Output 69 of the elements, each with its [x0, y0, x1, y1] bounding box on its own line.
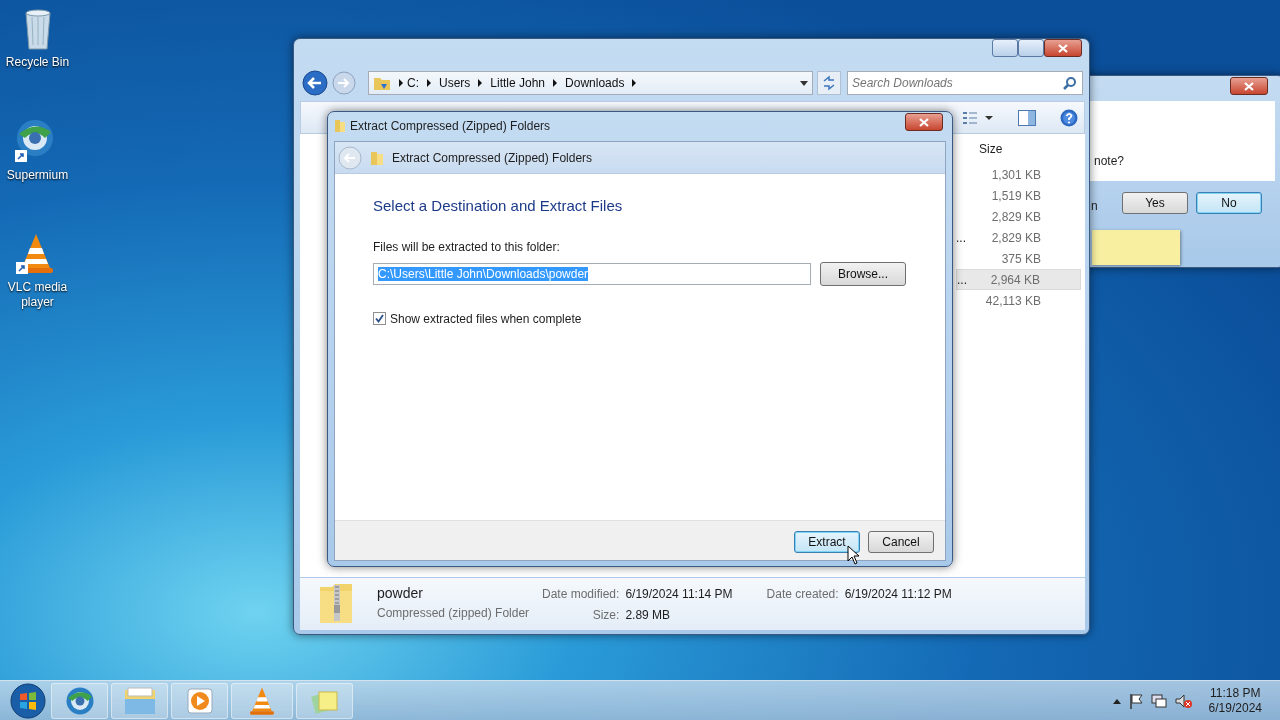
browse-button[interactable]: Browse...	[820, 261, 906, 286]
file-type: Compressed (zipped) Folder	[377, 605, 531, 622]
dialog-button[interactable]: No	[1196, 192, 1262, 214]
file-row[interactable]: 1,519 KB	[956, 185, 1081, 206]
clock-date[interactable]: 6/19/2024	[1208, 700, 1262, 716]
network-icon[interactable]	[1150, 692, 1167, 709]
file-row[interactable]: 375 KB	[956, 248, 1081, 269]
field-label: Date created:	[766, 586, 839, 603]
taskbar-button[interactable]	[231, 682, 293, 719]
file-name: powder	[377, 584, 424, 603]
muted-speaker-icon[interactable]	[1174, 692, 1193, 709]
minimize-button[interactable]	[992, 39, 1018, 57]
close-icon[interactable]	[1058, 44, 1068, 54]
question-text: note?	[1094, 153, 1125, 170]
file-row[interactable]: ... 2,829 KB	[956, 227, 1081, 248]
maximize-button[interactable]	[1018, 39, 1044, 57]
close-button[interactable]	[1230, 77, 1268, 95]
start-button[interactable]	[8, 681, 48, 720]
file-row[interactable]: 2,829 KB	[956, 206, 1081, 227]
flag-icon[interactable]	[1128, 692, 1143, 709]
folder-icon	[334, 119, 346, 133]
folder-icon	[370, 149, 384, 166]
dropdown-icon[interactable]	[800, 80, 808, 86]
window-title: Extract Compressed (Zipped) Folders	[350, 118, 551, 135]
globe-icon	[64, 685, 95, 716]
breadcrumb-item[interactable]: Users	[435, 75, 475, 91]
file-row[interactable]: ... 2,964 KB	[956, 269, 1081, 290]
close-icon[interactable]	[1244, 82, 1254, 92]
search-field[interactable]: Search Downloads	[847, 71, 1083, 95]
file-row[interactable]: 1,301 KB	[956, 164, 1081, 185]
back-button[interactable]	[302, 70, 328, 96]
icon-label[interactable]: Recycle Bin	[2, 55, 73, 70]
clock-time[interactable]: 11:18 PM	[1210, 685, 1261, 701]
dialog-button[interactable]: Yes	[1122, 192, 1188, 214]
field-value: 2.89 MB	[625, 607, 672, 624]
taskbar-button[interactable]	[51, 682, 108, 719]
folder-icon	[373, 75, 391, 91]
header-title: Extract Compressed (Zipped) Folders	[392, 149, 593, 167]
breadcrumb-item[interactable]: Downloads	[561, 75, 629, 91]
address-bar[interactable]: C: Users Little John Downloads	[368, 71, 813, 95]
field-value: 6/19/2024 11:12 PM	[844, 586, 952, 603]
field-label: Date modified:	[542, 586, 620, 603]
column-header[interactable]: Size	[979, 140, 1003, 158]
breadcrumb-item[interactable]: Little John	[486, 75, 550, 91]
field-value: 6/19/2024 11:14 PM	[625, 586, 733, 603]
media-player-icon	[186, 687, 213, 714]
dialog-button[interactable]: Extract	[794, 531, 860, 553]
close-icon[interactable]	[919, 118, 929, 128]
taskbar-button[interactable]	[171, 682, 228, 719]
field-label: Files will be extracted to this folder:	[373, 238, 561, 256]
show-hidden-icons-icon[interactable]	[1112, 697, 1121, 704]
close-button[interactable]	[1044, 39, 1082, 57]
checkbox[interactable]	[373, 312, 386, 325]
help-icon[interactable]	[1060, 109, 1078, 127]
breadcrumb-item[interactable]: C:	[403, 75, 423, 91]
dialog-button[interactable]: Cancel	[868, 531, 934, 553]
dialog-text: n	[1091, 198, 1098, 215]
view-options-icon[interactable]	[962, 110, 994, 126]
search-icon	[1063, 76, 1077, 90]
folder-icon	[123, 686, 156, 715]
close-button[interactable]	[905, 113, 943, 131]
icon-label[interactable]: Supermium	[2, 168, 73, 183]
icon-label[interactable]: VLC media player	[2, 280, 73, 310]
file-row[interactable]: 42,113 KB	[956, 290, 1081, 311]
field-label: Size:	[591, 607, 620, 624]
checkbox-label[interactable]: Show extracted files when complete	[390, 309, 582, 328]
dialog-heading: Select a Destination and Extract Files	[373, 196, 624, 216]
refresh-button[interactable]	[817, 71, 841, 95]
preview-pane-icon[interactable]	[1018, 110, 1036, 126]
